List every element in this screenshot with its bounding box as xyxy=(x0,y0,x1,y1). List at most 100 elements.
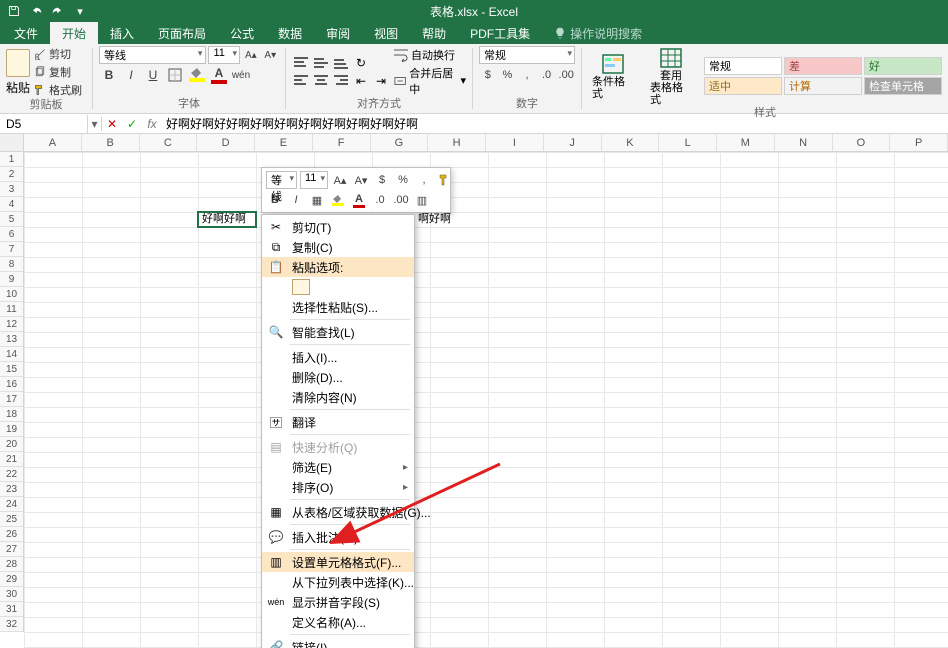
align-bottom-button[interactable] xyxy=(332,55,350,71)
col-header-L[interactable]: L xyxy=(659,134,717,151)
grow-font-button[interactable]: A▴ xyxy=(242,46,259,64)
ctx-show-phonetic[interactable]: wén显示拼音字段(S) xyxy=(262,592,414,612)
font-color-button[interactable]: A xyxy=(209,66,229,84)
tab-view[interactable]: 视图 xyxy=(362,22,410,44)
name-box[interactable] xyxy=(0,115,88,133)
col-header-J[interactable]: J xyxy=(544,134,602,151)
col-header-G[interactable]: G xyxy=(371,134,429,151)
style-normal[interactable]: 常规 xyxy=(704,57,782,75)
format-painter-button[interactable]: 格式刷 xyxy=(34,82,82,98)
increase-indent-button[interactable]: ⇥ xyxy=(372,73,390,89)
ctx-format-cells[interactable]: ▥设置单元格格式(F)... xyxy=(262,552,414,572)
increase-decimal-button[interactable]: .0 xyxy=(538,66,556,84)
row-header-26[interactable]: 26 xyxy=(0,527,23,542)
name-box-dropdown[interactable]: ▾ xyxy=(88,117,102,131)
col-header-I[interactable]: I xyxy=(486,134,544,151)
align-center-button[interactable] xyxy=(312,73,330,89)
italic-button[interactable]: I xyxy=(121,66,141,84)
row-header-2[interactable]: 2 xyxy=(0,167,23,182)
paste-icon[interactable] xyxy=(292,279,310,295)
mini-comma[interactable]: , xyxy=(415,171,433,189)
phonetic-button[interactable]: wén xyxy=(231,66,251,84)
ctx-clear[interactable]: 清除内容(N) xyxy=(262,387,414,407)
percent-button[interactable]: % xyxy=(499,66,517,84)
col-header-B[interactable]: B xyxy=(82,134,140,151)
align-right-button[interactable] xyxy=(332,73,350,89)
row-header-23[interactable]: 23 xyxy=(0,482,23,497)
align-middle-button[interactable] xyxy=(312,55,330,71)
formula-input[interactable]: 好啊好啊好好啊好啊好啊好啊好啊好啊好啊好啊 xyxy=(162,115,948,132)
ctx-insert-comment[interactable]: 💬插入批注(M) xyxy=(262,527,414,547)
decrease-indent-button[interactable]: ⇤ xyxy=(352,73,370,89)
underline-button[interactable]: U xyxy=(143,66,163,84)
col-header-M[interactable]: M xyxy=(717,134,775,151)
tab-file[interactable]: 文件 xyxy=(2,22,50,44)
cell-styles-gallery[interactable]: 常规 差 好 适中 计算 检查单元格 xyxy=(704,57,942,95)
cancel-formula-button[interactable]: ✕ xyxy=(102,117,122,131)
row-header-30[interactable]: 30 xyxy=(0,587,23,602)
ctx-sort[interactable]: 排序(O)▸ xyxy=(262,477,414,497)
row-header-21[interactable]: 21 xyxy=(0,452,23,467)
row-header-7[interactable]: 7 xyxy=(0,242,23,257)
orientation-button[interactable]: ↻ xyxy=(352,55,370,71)
row-header-17[interactable]: 17 xyxy=(0,392,23,407)
column-headers[interactable]: ABCDEFGHIJKLMNOP xyxy=(24,134,948,152)
row-header-27[interactable]: 27 xyxy=(0,542,23,557)
mini-font-size[interactable]: 11 xyxy=(300,171,328,189)
row-header-20[interactable]: 20 xyxy=(0,437,23,452)
mini-toolbar[interactable]: 等线 11 A▴ A▾ $ % , B I ▦ A .0 .00 ▥ xyxy=(261,167,451,213)
row-header-18[interactable]: 18 xyxy=(0,407,23,422)
row-header-24[interactable]: 24 xyxy=(0,497,23,512)
row-header-12[interactable]: 12 xyxy=(0,317,23,332)
row-header-4[interactable]: 4 xyxy=(0,197,23,212)
currency-button[interactable]: $ xyxy=(479,66,497,84)
tab-review[interactable]: 审阅 xyxy=(314,22,362,44)
style-bad[interactable]: 差 xyxy=(784,57,862,75)
col-header-H[interactable]: H xyxy=(428,134,486,151)
col-header-O[interactable]: O xyxy=(833,134,891,151)
wrap-text-button[interactable]: 自动换行 xyxy=(394,47,466,63)
row-headers[interactable]: 1234567891011121314151617181920212223242… xyxy=(0,152,24,632)
tell-me[interactable]: 操作说明搜索 xyxy=(542,22,642,44)
paste-button[interactable]: 粘贴 xyxy=(6,49,30,96)
bold-button[interactable]: B xyxy=(99,66,119,84)
mini-dec-dec[interactable]: .00 xyxy=(392,191,410,209)
worksheet-area[interactable]: ABCDEFGHIJKLMNOP 12345678910111213141516… xyxy=(0,134,948,648)
row-header-3[interactable]: 3 xyxy=(0,182,23,197)
comma-button[interactable]: , xyxy=(518,66,536,84)
row-header-11[interactable]: 11 xyxy=(0,302,23,317)
col-header-P[interactable]: P xyxy=(890,134,948,151)
row-header-28[interactable]: 28 xyxy=(0,557,23,572)
ctx-define-name[interactable]: 定义名称(A)... xyxy=(262,612,414,632)
col-header-F[interactable]: F xyxy=(313,134,371,151)
row-header-8[interactable]: 8 xyxy=(0,257,23,272)
mini-percent[interactable]: % xyxy=(394,171,412,189)
context-menu[interactable]: ✂剪切(T) ⧉复制(C) 📋粘贴选项: 选择性粘贴(S)... 🔍智能查找(L… xyxy=(261,214,415,648)
ctx-smart-lookup[interactable]: 🔍智能查找(L) xyxy=(262,322,414,342)
tab-pdf[interactable]: PDF工具集 xyxy=(458,22,542,44)
fill-color-button[interactable] xyxy=(187,66,207,84)
ctx-paste-special[interactable]: 选择性粘贴(S)... xyxy=(262,297,414,317)
mini-format-painter[interactable] xyxy=(436,171,454,189)
row-header-15[interactable]: 15 xyxy=(0,362,23,377)
col-header-K[interactable]: K xyxy=(602,134,660,151)
mini-borders[interactable]: ▦ xyxy=(308,191,326,209)
style-check[interactable]: 检查单元格 xyxy=(864,77,942,95)
row-header-32[interactable]: 32 xyxy=(0,617,23,632)
copy-button[interactable]: 复制 xyxy=(34,64,82,80)
mini-currency[interactable]: $ xyxy=(373,171,391,189)
row-header-9[interactable]: 9 xyxy=(0,272,23,287)
mini-fill-color[interactable] xyxy=(329,191,347,209)
row-header-10[interactable]: 10 xyxy=(0,287,23,302)
row-header-19[interactable]: 19 xyxy=(0,422,23,437)
mini-font-color[interactable]: A xyxy=(350,191,368,209)
row-header-14[interactable]: 14 xyxy=(0,347,23,362)
save-button[interactable] xyxy=(4,2,24,20)
select-all-corner[interactable] xyxy=(0,134,24,152)
row-header-16[interactable]: 16 xyxy=(0,377,23,392)
tab-pagelayout[interactable]: 页面布局 xyxy=(146,22,218,44)
ctx-link[interactable]: 🔗链接(I) xyxy=(262,637,414,648)
undo-button[interactable] xyxy=(26,2,46,20)
tab-formulas[interactable]: 公式 xyxy=(218,22,266,44)
cell-grid[interactable]: 好啊好啊 啊好啊 xyxy=(24,152,948,648)
